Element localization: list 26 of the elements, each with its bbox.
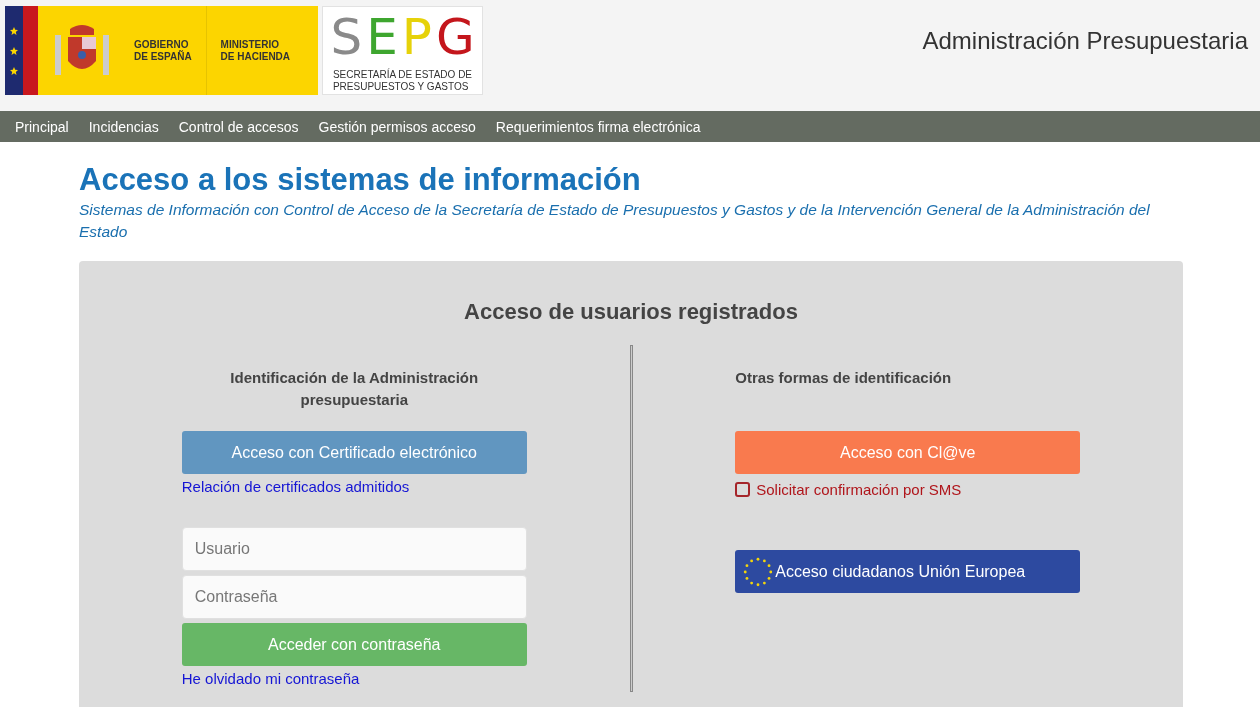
- logo-letter: P: [401, 11, 432, 63]
- government-name: GOBIERNO DE ESPAÑA: [134, 38, 192, 62]
- logo-letter: G: [435, 11, 475, 63]
- nav-link[interactable]: Requerimientos firma electrónica: [485, 118, 711, 135]
- nav-link[interactable]: Gestión permisos acceso: [308, 118, 486, 135]
- certificate-login-button[interactable]: Acceso con Certificado electrónico: [181, 431, 527, 474]
- panel-heading: Acceso de usuarios registrados: [463, 299, 799, 325]
- sms-checkbox[interactable]: [735, 482, 751, 497]
- eu-login-button[interactable]: Acceso ciudadanos Unión Europea: [735, 550, 1081, 593]
- logo-letter: E: [366, 11, 398, 63]
- password-field[interactable]: Contraseña: [181, 575, 527, 619]
- logo-letter: S: [330, 11, 363, 63]
- username-field[interactable]: Usuario: [181, 527, 527, 571]
- certificates-link[interactable]: Relación de certificados admitidos: [181, 478, 527, 495]
- site-title: Administración Presupuestaria: [922, 27, 1248, 55]
- ministry-name: MINISTERIO DE HACIENDA: [220, 38, 291, 62]
- nav-link[interactable]: Control de accesos: [168, 118, 309, 135]
- nav-link[interactable]: Principal: [5, 118, 79, 135]
- forgot-password-link[interactable]: He olvidado mi contraseña: [181, 670, 527, 687]
- page-title: Acceso a los sistemas de información: [79, 162, 642, 198]
- page-subtitle: Sistemas de Información con Control de Acceso de la Secretaría de Estado de Presupuestos y Gastos y de la Intervención General de la Administración del Estado: [79, 200, 1151, 242]
- sms-label: Solicitar confirmación por SMS: [756, 481, 962, 498]
- section-heading: Otras formas de identificación: [735, 368, 953, 388]
- section-heading: Identificación de la Administración presupuestaria: [229, 368, 480, 410]
- agency-name: SECRETARÍA DE ESTADO DE PRESUPUESTOS Y GASTOS: [332, 69, 473, 92]
- nav-link[interactable]: Incidencias: [78, 118, 169, 135]
